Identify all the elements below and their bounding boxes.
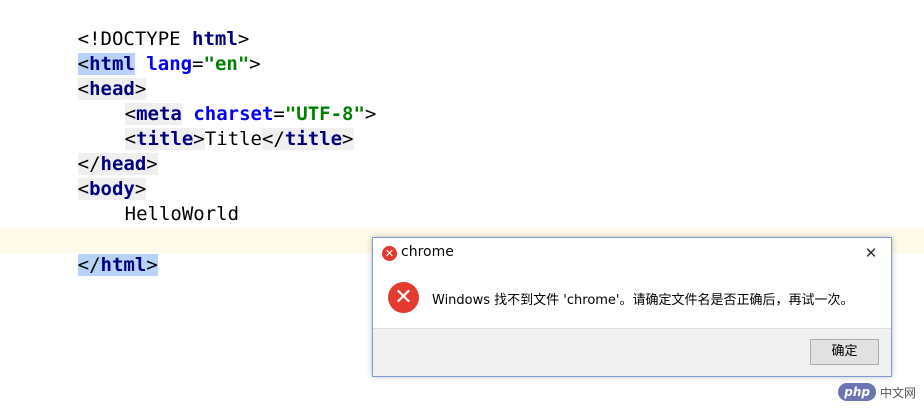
error-dialog: ✕ chrome ✕ ✕ Windows 找不到文件 'chrome'。请确定文… — [372, 237, 892, 377]
php-logo: php — [838, 383, 876, 401]
error-icon: ✕ — [388, 282, 419, 313]
error-message: Windows 找不到文件 'chrome'。请确定文件名是否正确后，再试一次。 — [432, 293, 854, 308]
dialog-title: chrome — [401, 244, 454, 260]
code-line[interactable]: </body> — [0, 202, 924, 250]
tag-bracket: > — [146, 254, 158, 276]
code-line[interactable]: <meta charset="UTF-8"> — [0, 77, 924, 125]
code-line[interactable]: <html lang="en"> — [0, 27, 924, 75]
code-line[interactable]: HelloWorld — [0, 177, 924, 225]
close-button[interactable]: ✕ — [861, 243, 881, 263]
code-line[interactable]: </head> — [0, 127, 924, 175]
dialog-titlebar[interactable]: ✕ chrome ✕ — [373, 238, 891, 269]
watermark: php 中文网 — [838, 383, 916, 403]
error-icon: ✕ — [382, 246, 397, 261]
highlighted-tag: </html> — [77, 254, 158, 276]
code-line[interactable]: <!DOCTYPE html> — [0, 2, 924, 50]
watermark-text: 中文网 — [879, 385, 916, 400]
code-line[interactable]: <title>Title</title> — [0, 102, 924, 150]
code-line[interactable]: <body> — [0, 152, 924, 200]
tag-name: html — [100, 254, 147, 276]
tag-bracket: </ — [77, 254, 101, 276]
code-line[interactable]: <head> — [0, 52, 924, 100]
ok-button[interactable]: 确定 — [810, 339, 879, 365]
dialog-footer: 确定 — [373, 328, 891, 376]
